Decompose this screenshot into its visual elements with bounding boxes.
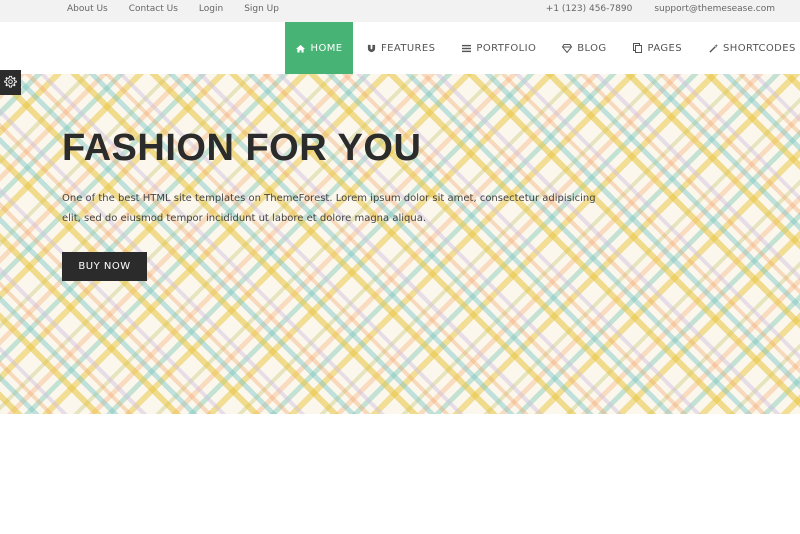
- nav-item-portfolio[interactable]: PORTFOLIO: [448, 22, 549, 74]
- nav-item-home[interactable]: HOME: [285, 22, 353, 74]
- hero-description: One of the best HTML site templates on T…: [62, 193, 596, 224]
- contact-info: +1 (123) 456-7890 support@themesease.com: [524, 4, 775, 14]
- list-icon: [461, 43, 471, 53]
- sign-up-link[interactable]: Sign Up: [244, 4, 279, 14]
- main-nav: HOME FEATURES PORTFOLIO BLOG PAGES SHORT…: [285, 22, 800, 74]
- copy-icon: [633, 43, 643, 53]
- home-icon: [296, 43, 306, 53]
- main-navbar: HOME FEATURES PORTFOLIO BLOG PAGES SHORT…: [0, 22, 800, 74]
- hero-banner: FASHION FOR YOU One of the best HTML sit…: [0, 74, 800, 414]
- magnet-icon: [366, 43, 376, 53]
- buy-now-button[interactable]: BUY NOW: [62, 252, 147, 281]
- nav-label: SHORTCODES: [723, 42, 796, 54]
- hero-title: FASHION FOR YOU: [62, 127, 422, 169]
- nav-label: FEATURES: [381, 42, 436, 54]
- diamond-icon: [562, 43, 573, 53]
- login-link[interactable]: Login: [199, 4, 223, 14]
- nav-label: PORTFOLIO: [476, 42, 537, 54]
- top-bar: About Us Contact Us Login Sign Up +1 (12…: [0, 0, 800, 22]
- nav-item-blog[interactable]: BLOG: [549, 22, 619, 74]
- contact-us-link[interactable]: Contact Us: [129, 4, 178, 14]
- nav-label: PAGES: [647, 42, 683, 54]
- email-address[interactable]: support@themesease.com: [654, 4, 775, 14]
- nav-item-features[interactable]: FEATURES: [353, 22, 448, 74]
- about-us-link[interactable]: About Us: [67, 4, 108, 14]
- nav-item-pages[interactable]: PAGES: [620, 22, 695, 74]
- nav-item-shortcodes[interactable]: SHORTCODES: [695, 22, 800, 74]
- phone-number: +1 (123) 456-7890: [545, 4, 633, 14]
- nav-label: HOME: [310, 42, 343, 54]
- magic-wand-icon: [708, 43, 718, 53]
- gear-icon: [4, 73, 17, 92]
- top-links: About Us Contact Us Login Sign Up: [67, 4, 300, 14]
- nav-label: BLOG: [577, 42, 607, 54]
- settings-toggle[interactable]: [0, 70, 21, 95]
